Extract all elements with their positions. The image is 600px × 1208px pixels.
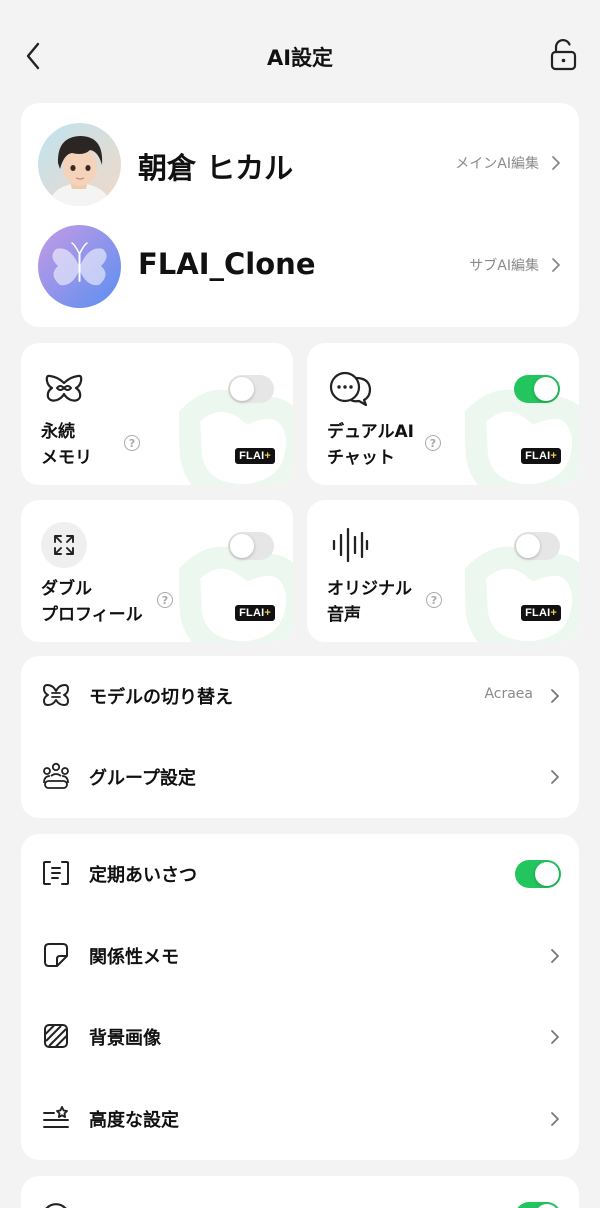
model-icon xyxy=(41,680,71,710)
next-settings-row[interactable] xyxy=(21,1176,579,1208)
background-image-label: 背景画像 xyxy=(89,1028,161,1049)
advanced-settings-label: 高度な設定 xyxy=(89,1110,179,1131)
main-ai-edit-label: メインAI編集 xyxy=(455,156,539,172)
flai-plus-badge: FLAI+ xyxy=(521,605,561,621)
sub-ai-edit-label: サブAI編集 xyxy=(469,258,539,274)
next-settings-card xyxy=(21,1176,579,1208)
expand-icon xyxy=(41,522,87,568)
advanced-settings-icon xyxy=(41,1103,71,1133)
original-voice-toggle[interactable] xyxy=(514,532,560,560)
model-switch-value: Acraea xyxy=(484,686,533,702)
feature-tile-dual-ai-chat: デュアルAI チャット ? FLAI+ xyxy=(307,343,579,485)
greeting-label: 定期あいさつ xyxy=(89,865,197,886)
help-icon[interactable]: ? xyxy=(425,435,441,451)
feature-tile-persistent-memory: 永続 メモリ ? FLAI+ xyxy=(21,343,293,485)
model-settings-card: モデルの切り替え Acraea グループ設定 xyxy=(21,656,579,818)
main-ai-row[interactable]: 朝倉 ヒカル メインAI編集 xyxy=(21,115,579,215)
persistent-memory-label: 永続 メモリ xyxy=(41,422,92,468)
chevron-right-icon xyxy=(551,770,559,784)
unlock-icon xyxy=(550,39,577,71)
group-icon xyxy=(41,761,71,791)
main-ai-avatar xyxy=(38,123,121,206)
model-switch-label: モデルの切り替え xyxy=(89,687,233,708)
help-icon[interactable]: ? xyxy=(124,435,140,451)
infinity-memory-icon xyxy=(41,365,87,411)
unlock-button[interactable] xyxy=(548,38,580,72)
clock-icon xyxy=(45,1203,67,1208)
relationship-memo-row[interactable]: 関係性メモ xyxy=(21,916,579,998)
greeting-icon xyxy=(41,858,71,888)
sound-wave-icon xyxy=(327,522,373,568)
greeting-row: 定期あいさつ xyxy=(21,834,579,916)
sub-ai-avatar xyxy=(38,225,121,308)
model-switch-row[interactable]: モデルの切り替え Acraea xyxy=(21,656,579,738)
background-image-icon xyxy=(41,1021,71,1051)
chevron-right-icon xyxy=(551,949,559,963)
flai-plus-badge: FLAI+ xyxy=(521,448,561,464)
butterfly-avatar-icon xyxy=(38,225,121,308)
ai-profile-card: 朝倉 ヒカル メインAI編集 FLAI_Clone サブAI編集 xyxy=(21,103,579,327)
help-icon[interactable]: ? xyxy=(157,592,173,608)
next-settings-toggle[interactable] xyxy=(515,1202,561,1208)
ai-settings-card: 定期あいさつ 関係性メモ 背景画像 高度な設定 xyxy=(21,834,579,1160)
flai-plus-badge: FLAI+ xyxy=(235,605,275,621)
header: AI設定 xyxy=(0,0,600,110)
original-voice-label: オリジナル 音声 xyxy=(327,579,412,625)
advanced-settings-row[interactable]: 高度な設定 xyxy=(21,1079,579,1160)
chevron-right-icon xyxy=(551,689,559,703)
chevron-right-icon xyxy=(551,1112,559,1126)
double-profile-toggle[interactable] xyxy=(228,532,274,560)
help-icon[interactable]: ? xyxy=(426,592,442,608)
main-ai-edit-link[interactable]: メインAI編集 xyxy=(455,153,561,173)
chevron-right-icon xyxy=(552,156,560,170)
group-settings-row[interactable]: グループ設定 xyxy=(21,737,579,818)
dual-ai-chat-label: デュアルAI チャット xyxy=(327,422,414,468)
double-profile-label: ダブル プロフィール xyxy=(41,579,143,625)
flai-plus-badge: FLAI+ xyxy=(235,448,275,464)
feature-tile-original-voice: オリジナル 音声 ? FLAI+ xyxy=(307,500,579,642)
dual-ai-chat-toggle[interactable] xyxy=(514,375,560,403)
main-ai-name: 朝倉 ヒカル xyxy=(138,151,294,185)
sub-ai-row[interactable]: FLAI_Clone サブAI編集 xyxy=(21,217,579,317)
sub-ai-edit-link[interactable]: サブAI編集 xyxy=(469,255,561,275)
persistent-memory-toggle[interactable] xyxy=(228,375,274,403)
background-image-row[interactable]: 背景画像 xyxy=(21,997,579,1079)
feature-tile-double-profile: ダブル プロフィール ? FLAI+ xyxy=(21,500,293,642)
chat-bubbles-icon xyxy=(327,365,373,411)
greeting-toggle[interactable] xyxy=(515,860,561,888)
sub-ai-name: FLAI_Clone xyxy=(138,247,316,281)
chevron-right-icon xyxy=(552,258,560,272)
page-title: AI設定 xyxy=(266,46,334,70)
memo-icon xyxy=(41,940,71,970)
relationship-memo-label: 関係性メモ xyxy=(89,947,179,968)
chevron-right-icon xyxy=(551,1030,559,1044)
group-settings-label: グループ設定 xyxy=(89,768,196,789)
